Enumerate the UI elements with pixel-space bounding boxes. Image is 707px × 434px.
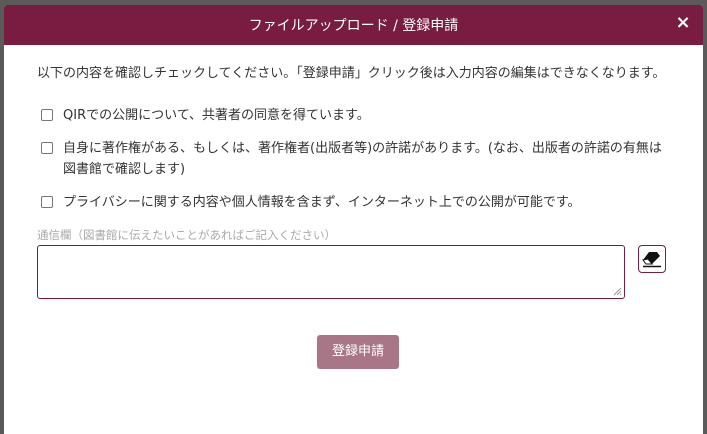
clear-memo-button[interactable] — [638, 245, 666, 273]
intro-text: 以下の内容を確認しチェックしてください。「登録申請」クリック後は入力内容の編集は… — [37, 66, 666, 81]
eraser-icon — [642, 252, 661, 268]
checkbox[interactable] — [41, 142, 53, 154]
check-label: プライバシーに関する内容や個人情報を含まず、インターネット上での公開が可能です。 — [63, 195, 581, 210]
check-coauthor-consent[interactable]: QIRでの公開について、共著者の同意を得ています。 — [37, 105, 671, 126]
check-label: QIRでの公開について、共著者の同意を得ています。 — [63, 108, 370, 123]
dialog-footer: 登録申請 — [37, 335, 671, 369]
check-copyright[interactable]: 自身に著作権がある、もしくは、著作権者(出版者等)の許諾があります。(なお、出版… — [37, 138, 671, 180]
close-icon[interactable]: × — [673, 13, 693, 33]
submit-registration-button[interactable]: 登録申請 — [317, 335, 399, 369]
upload-dialog: ファイルアップロード / 登録申請 × 以下の内容を確認しチェックしてください。… — [4, 5, 703, 434]
checkbox[interactable] — [41, 196, 53, 208]
dialog-body: 以下の内容を確認しチェックしてください。「登録申請」クリック後は入力内容の編集は… — [4, 45, 703, 369]
memo-textarea[interactable] — [37, 245, 625, 299]
check-label: 自身に著作権がある、もしくは、著作権者(出版者等)の許諾があります。(なお、出版… — [63, 141, 662, 177]
checklist: QIRでの公開について、共著者の同意を得ています。 自身に著作権がある、もしくは… — [37, 105, 671, 213]
memo-row — [37, 245, 671, 299]
resize-grip-icon[interactable] — [612, 286, 622, 296]
dialog-header: ファイルアップロード / 登録申請 × — [4, 5, 703, 45]
check-privacy[interactable]: プライバシーに関する内容や個人情報を含まず、インターネット上での公開が可能です。 — [37, 192, 671, 213]
memo-label: 通信欄（図書館に伝えたいことがあればご記入ください） — [37, 228, 336, 242]
checkbox[interactable] — [41, 109, 53, 121]
dialog-title: ファイルアップロード / 登録申請 — [248, 18, 459, 34]
